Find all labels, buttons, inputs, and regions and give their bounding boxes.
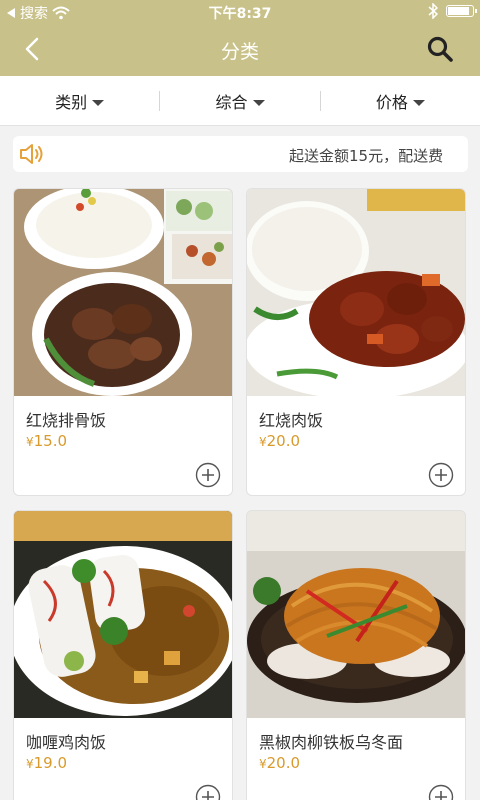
dish-price: ¥19.0 xyxy=(26,754,67,772)
currency-symbol: ¥ xyxy=(259,757,267,771)
filter-price[interactable]: 价格 xyxy=(321,89,480,113)
dish-card[interactable]: 红烧排骨饭 ¥15.0 xyxy=(13,188,233,496)
dish-price: ¥15.0 xyxy=(26,432,67,450)
battery-icon xyxy=(446,5,477,17)
dish-photo xyxy=(247,511,465,718)
currency-symbol: ¥ xyxy=(259,435,267,449)
dish-price: ¥20.0 xyxy=(259,432,300,450)
add-to-cart-icon[interactable] xyxy=(195,784,221,800)
search-icon[interactable] xyxy=(426,35,454,63)
status-bar: 搜索 下午8:37 xyxy=(0,0,480,24)
currency-symbol: ¥ xyxy=(26,435,34,449)
filter-category-label: 类别 xyxy=(55,92,88,112)
status-time: 下午8:37 xyxy=(208,6,272,22)
filter-price-label: 价格 xyxy=(375,92,408,112)
filter-category[interactable]: 类别 xyxy=(0,89,159,113)
filter-overall-label: 综合 xyxy=(215,92,248,112)
caret-down-icon xyxy=(412,100,425,106)
caret-down-icon xyxy=(252,100,265,106)
dish-photo xyxy=(14,511,232,718)
dish-card[interactable]: 黑椒肉柳铁板乌冬面 ¥20.0 xyxy=(246,510,466,800)
price-value: 20.0 xyxy=(266,754,301,772)
dish-name: 咖喱鸡肉饭 xyxy=(26,733,107,752)
dish-name: 红烧排骨饭 xyxy=(26,411,107,430)
dish-card[interactable]: 咖喱鸡肉饭 ¥19.0 xyxy=(13,510,233,800)
speaker-icon xyxy=(20,144,43,164)
page-title: 分类 xyxy=(220,41,259,63)
bluetooth-icon xyxy=(428,3,438,19)
navigation-bar: 分类 xyxy=(0,24,480,76)
dish-name: 红烧肉饭 xyxy=(259,411,324,430)
filter-bar: 类别 综合 价格 xyxy=(0,76,480,126)
dish-name: 黑椒肉柳铁板乌冬面 xyxy=(259,733,404,752)
caret-down-icon xyxy=(92,100,105,106)
status-right xyxy=(428,3,477,19)
currency-symbol: ¥ xyxy=(26,757,34,771)
dish-photo xyxy=(14,189,232,396)
price-value: 19.0 xyxy=(33,754,68,772)
notice-text: 起送金额15元，配送费 xyxy=(289,147,444,165)
price-value: 15.0 xyxy=(33,432,68,450)
add-to-cart-icon[interactable] xyxy=(428,462,454,488)
price-value: 20.0 xyxy=(266,432,301,450)
dish-photo xyxy=(247,189,465,396)
battery-level xyxy=(448,7,469,15)
add-to-cart-icon[interactable] xyxy=(428,784,454,800)
dish-card[interactable]: 红烧肉饭 ¥20.0 xyxy=(246,188,466,496)
filter-overall[interactable]: 综合 xyxy=(160,89,319,113)
add-to-cart-icon[interactable] xyxy=(195,462,221,488)
notice-banner: 起送金额15元，配送费 xyxy=(13,136,468,172)
dish-price: ¥20.0 xyxy=(259,754,300,772)
